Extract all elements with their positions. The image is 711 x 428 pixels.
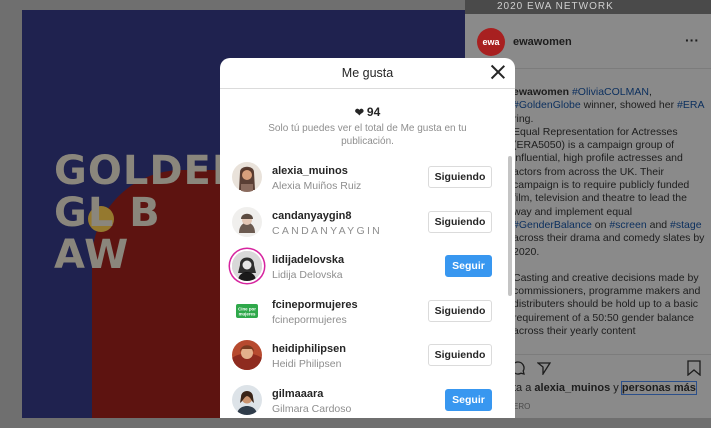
list-item: candanyaygin8 CANDANYAYGIN Siguiendo <box>220 201 515 246</box>
hashtag-link[interactable]: #GenderBalance <box>513 219 592 231</box>
likes-privacy-note: Solo tú puedes ver el total de Me gusta … <box>268 123 467 147</box>
following-button[interactable]: Siguiendo <box>428 210 492 233</box>
liker-username[interactable]: candanyaygin8 <box>272 210 351 222</box>
heart-icon: ❤ <box>354 107 364 119</box>
caption-text: Equal Representation for Actresses (ERA5… <box>513 125 690 218</box>
account-username[interactable]: ewawomen <box>513 36 572 48</box>
liker-fullname: Heidi Philipsen <box>272 358 342 370</box>
liker-username[interactable]: alexia_muinos <box>272 165 348 177</box>
avatar[interactable] <box>232 340 262 370</box>
caption-text: ring. <box>513 112 534 125</box>
avatar[interactable] <box>232 162 262 192</box>
like-count: ❤ 94 <box>220 105 515 119</box>
liker-fullname: fcinepormujeres <box>272 313 347 326</box>
follow-button[interactable]: Seguir <box>445 255 492 277</box>
list-item: lidijadelovska Lidija Delovska Seguir <box>220 245 515 290</box>
caption-text: on <box>591 218 610 231</box>
liked-by-text: y <box>610 382 622 394</box>
liker-fullname: Gilmara Cardoso <box>272 402 352 415</box>
liker-fullname: Alexia Muiños Ruiz <box>272 180 362 192</box>
dialog-title: Me gusta <box>341 66 394 80</box>
close-icon[interactable] <box>489 63 507 81</box>
caption-paragraph: Equal Representation for Actresses (ERA5… <box>513 126 705 259</box>
post-caption: ewawomen #OliviaCOLMAN, #GoldenGlobe win… <box>513 86 705 338</box>
likers-list[interactable]: alexia_muinos Alexia Muiños Ruiz Siguien… <box>220 156 515 418</box>
liker-username[interactable]: gilmaaara <box>272 388 323 400</box>
network-banner: 2020 EWA NETWORK <box>465 0 711 14</box>
likes-summary: ❤ 94 Solo tú puedes ver el total de Me gu… <box>220 89 515 148</box>
avatar[interactable]: Cine por mujeres <box>232 295 262 326</box>
hashtag-link[interactable]: #screen <box>609 219 646 231</box>
caption-text: across their drama and comedy slates by … <box>513 232 705 258</box>
follow-button[interactable]: Seguir <box>445 388 492 411</box>
avatar[interactable] <box>232 384 262 415</box>
caption-username[interactable]: ewawomen <box>513 86 569 98</box>
liked-by-user[interactable]: alexia_muinos <box>534 382 610 394</box>
hashtag-link[interactable]: #GoldenGlobe <box>513 99 581 111</box>
liked-by-line: ta a alexia_muinos y personas más <box>513 381 697 395</box>
avatar[interactable] <box>232 251 262 281</box>
liker-username[interactable]: fcinepormujeres <box>272 299 358 311</box>
list-item: Cine por mujeres fcinepormujeres fcinepor… <box>220 290 515 335</box>
like-count-value: 94 <box>366 105 381 119</box>
caption-paragraph: Casting and creative decisions made by c… <box>513 271 701 338</box>
account-avatar[interactable]: ewa <box>477 28 505 56</box>
liker-username[interactable]: heidiphilipsen <box>272 343 346 355</box>
caption-text: winner, showed her <box>580 99 678 112</box>
liker-fullname: Lidija Delovska <box>272 269 343 281</box>
hashtag-link[interactable]: #OliviaCOLMAN <box>569 86 649 98</box>
liked-by-text: ta a <box>513 382 535 394</box>
following-button[interactable]: Siguiendo <box>428 166 492 188</box>
list-item: alexia_muinos Alexia Muiños Ruiz Siguien… <box>220 156 515 201</box>
list-scrollbar[interactable] <box>508 156 512 296</box>
following-button[interactable]: Siguiendo <box>428 299 492 322</box>
hashtag-link[interactable]: #stage <box>670 219 702 231</box>
list-item: gilmaaara Gilmara Cardoso Seguir <box>220 379 515 419</box>
list-item: heidiphilipsen Heidi Philipsen Siguiendo <box>220 334 515 379</box>
post-actions-bar <box>511 354 711 379</box>
caption-text: , <box>648 86 652 98</box>
more-options-icon[interactable]: ··· <box>685 32 699 48</box>
liked-by-others-link[interactable]: personas más <box>620 381 697 395</box>
hashtag-link[interactable]: #ERA <box>677 99 704 111</box>
share-icon[interactable] <box>537 361 551 375</box>
post-date: ERO <box>513 402 531 411</box>
avatar[interactable] <box>232 206 262 237</box>
dialog-header: Me gusta <box>220 58 515 89</box>
liker-fullname: CANDANYAYGIN <box>272 224 383 237</box>
caption-text: and <box>646 218 671 231</box>
liker-username[interactable]: lidijadelovska <box>272 254 344 266</box>
svg-text:mujeres: mujeres <box>239 311 256 316</box>
bookmark-icon[interactable] <box>687 360 701 376</box>
following-button[interactable]: Siguiendo <box>428 344 492 366</box>
likes-dialog: Me gusta ❤ 94 Solo tú puedes ver el total… <box>220 58 515 418</box>
